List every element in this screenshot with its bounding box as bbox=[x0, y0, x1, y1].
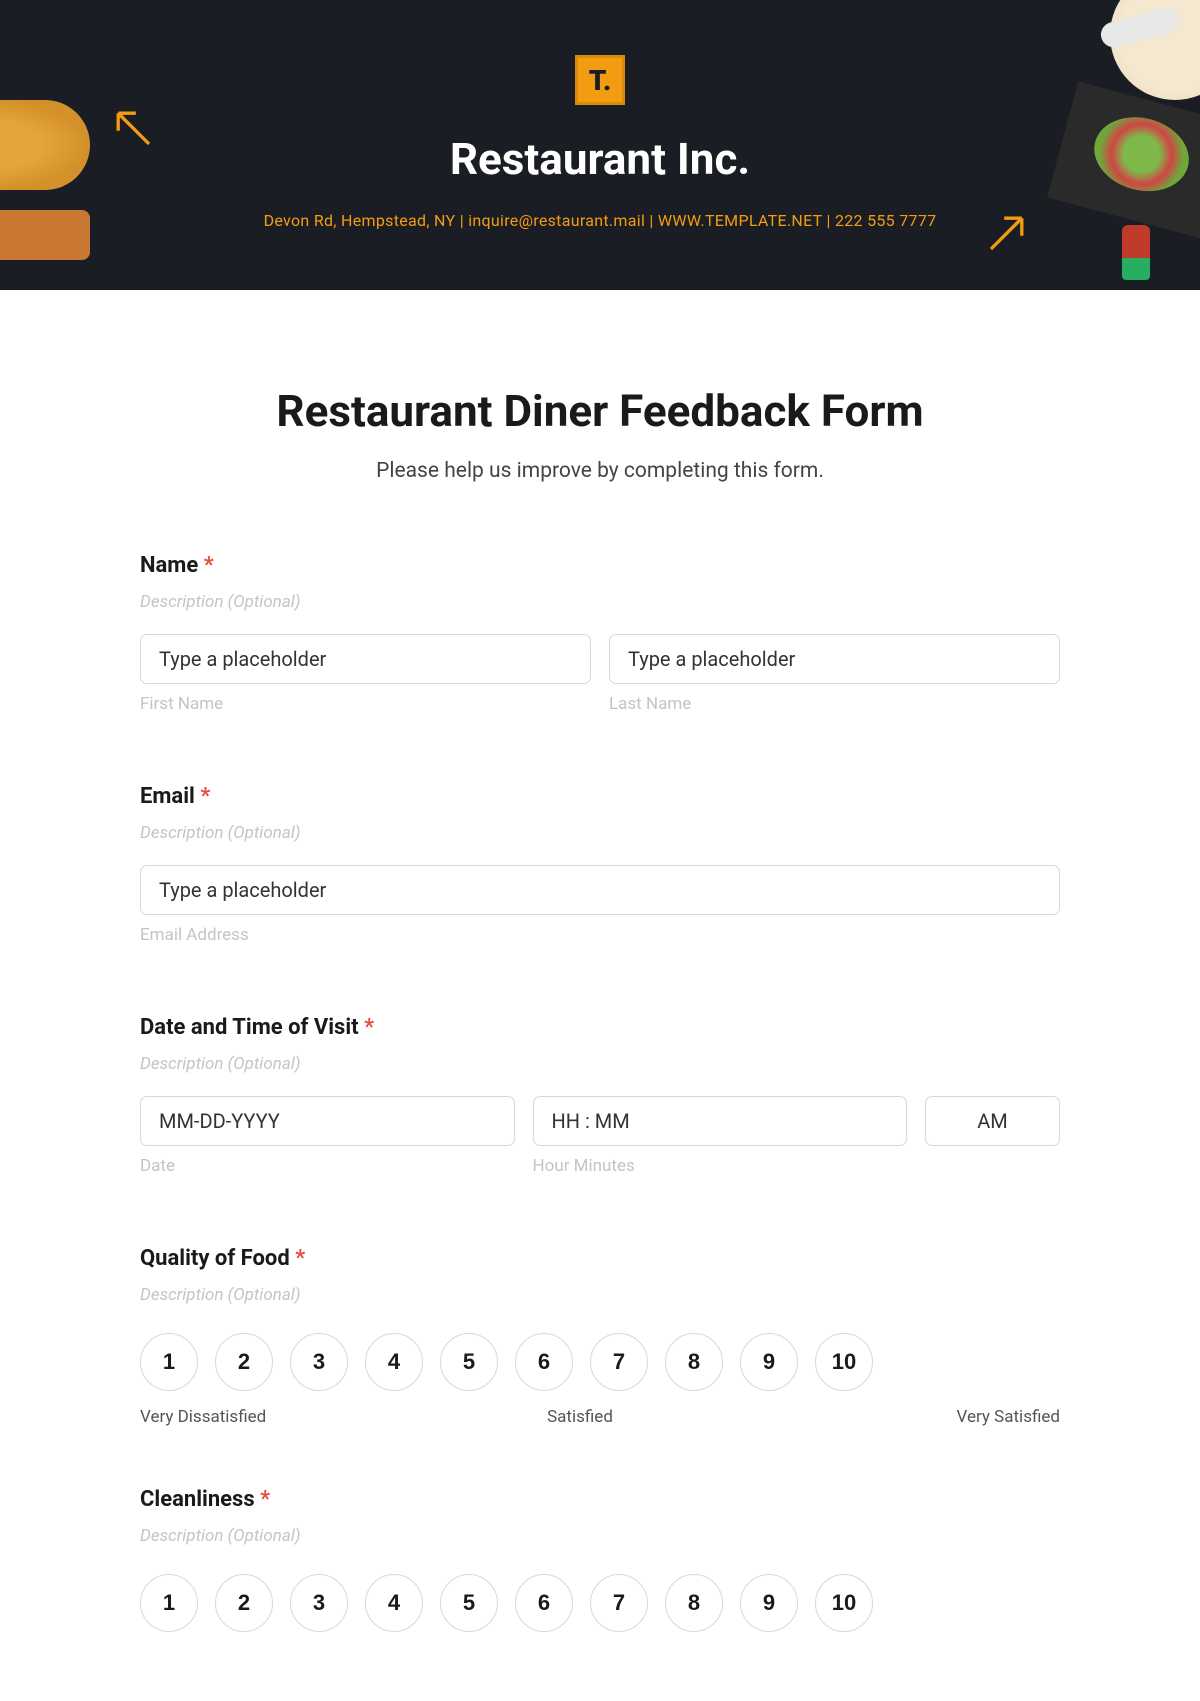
name-desc: Description (Optional) bbox=[140, 592, 1060, 612]
cleanliness-rating-5[interactable]: 5 bbox=[440, 1574, 498, 1632]
time-sublabel: Hour Minutes bbox=[533, 1156, 908, 1176]
cleanliness-rating-3[interactable]: 3 bbox=[290, 1574, 348, 1632]
last-name-sublabel: Last Name bbox=[609, 694, 1060, 714]
email-desc: Description (Optional) bbox=[140, 823, 1060, 843]
quality-rating-10[interactable]: 10 bbox=[815, 1333, 873, 1391]
fries-icon bbox=[0, 210, 90, 260]
taco-icon bbox=[0, 100, 90, 190]
arrow-right-icon bbox=[980, 205, 1035, 260]
quality-field-group: Quality of Food * Description (Optional)… bbox=[140, 1246, 1060, 1427]
quality-rating-1[interactable]: 1 bbox=[140, 1333, 198, 1391]
email-field-group: Email * Description (Optional) Email Add… bbox=[140, 784, 1060, 945]
quality-rating-6[interactable]: 6 bbox=[515, 1333, 573, 1391]
name-field-group: Name * Description (Optional) First Name… bbox=[140, 553, 1060, 714]
cleanliness-field-group: Cleanliness * Description (Optional) 1 2… bbox=[140, 1487, 1060, 1632]
ampm-select[interactable]: AM bbox=[925, 1096, 1060, 1146]
email-label: Email * bbox=[140, 784, 1060, 809]
name-label: Name * bbox=[140, 553, 1060, 578]
bottle-icon bbox=[1122, 225, 1150, 280]
cleanliness-rating-2[interactable]: 2 bbox=[215, 1574, 273, 1632]
last-name-input[interactable] bbox=[609, 634, 1060, 684]
date-input[interactable] bbox=[140, 1096, 515, 1146]
header-banner: T. Restaurant Inc. Devon Rd, Hempstead, … bbox=[0, 0, 1200, 290]
quality-rating-row: 1 2 3 4 5 6 7 8 9 10 bbox=[140, 1333, 1060, 1391]
arrow-left-icon bbox=[105, 100, 160, 155]
quality-rating-2[interactable]: 2 bbox=[215, 1333, 273, 1391]
company-name: Restaurant Inc. bbox=[0, 133, 1200, 185]
quality-scale-right: Very Satisfied bbox=[870, 1407, 1060, 1427]
email-input[interactable] bbox=[140, 865, 1060, 915]
cleanliness-rating-8[interactable]: 8 bbox=[665, 1574, 723, 1632]
form-subtitle: Please help us improve by completing thi… bbox=[140, 459, 1060, 483]
quality-rating-8[interactable]: 8 bbox=[665, 1333, 723, 1391]
quality-rating-3[interactable]: 3 bbox=[290, 1333, 348, 1391]
cleanliness-desc: Description (Optional) bbox=[140, 1526, 1060, 1546]
first-name-sublabel: First Name bbox=[140, 694, 591, 714]
email-sublabel: Email Address bbox=[140, 925, 1060, 945]
quality-rating-5[interactable]: 5 bbox=[440, 1333, 498, 1391]
food-decor-left bbox=[0, 0, 120, 290]
quality-scale-mid: Satisfied bbox=[270, 1407, 870, 1427]
logo: T. bbox=[575, 55, 625, 105]
datetime-desc: Description (Optional) bbox=[140, 1054, 1060, 1074]
cleanliness-rating-1[interactable]: 1 bbox=[140, 1574, 198, 1632]
salad-icon bbox=[1047, 81, 1200, 238]
quality-scale-left: Very Dissatisfied bbox=[140, 1407, 270, 1427]
quality-label: Quality of Food * bbox=[140, 1246, 1060, 1271]
food-decor-right bbox=[1040, 0, 1200, 290]
datetime-field-group: Date and Time of Visit * Description (Op… bbox=[140, 1015, 1060, 1176]
quality-rating-7[interactable]: 7 bbox=[590, 1333, 648, 1391]
cleanliness-rating-7[interactable]: 7 bbox=[590, 1574, 648, 1632]
form-content: Restaurant Diner Feedback Form Please he… bbox=[140, 290, 1060, 1632]
quality-rating-9[interactable]: 9 bbox=[740, 1333, 798, 1391]
quality-desc: Description (Optional) bbox=[140, 1285, 1060, 1305]
date-sublabel: Date bbox=[140, 1156, 515, 1176]
cleanliness-rating-4[interactable]: 4 bbox=[365, 1574, 423, 1632]
cleanliness-rating-10[interactable]: 10 bbox=[815, 1574, 873, 1632]
datetime-label: Date and Time of Visit * bbox=[140, 1015, 1060, 1040]
cleanliness-rating-9[interactable]: 9 bbox=[740, 1574, 798, 1632]
cleanliness-label: Cleanliness * bbox=[140, 1487, 1060, 1512]
quality-rating-4[interactable]: 4 bbox=[365, 1333, 423, 1391]
cleanliness-rating-6[interactable]: 6 bbox=[515, 1574, 573, 1632]
form-title: Restaurant Diner Feedback Form bbox=[140, 385, 1060, 437]
first-name-input[interactable] bbox=[140, 634, 591, 684]
cleanliness-rating-row: 1 2 3 4 5 6 7 8 9 10 bbox=[140, 1574, 1060, 1632]
time-input[interactable] bbox=[533, 1096, 908, 1146]
